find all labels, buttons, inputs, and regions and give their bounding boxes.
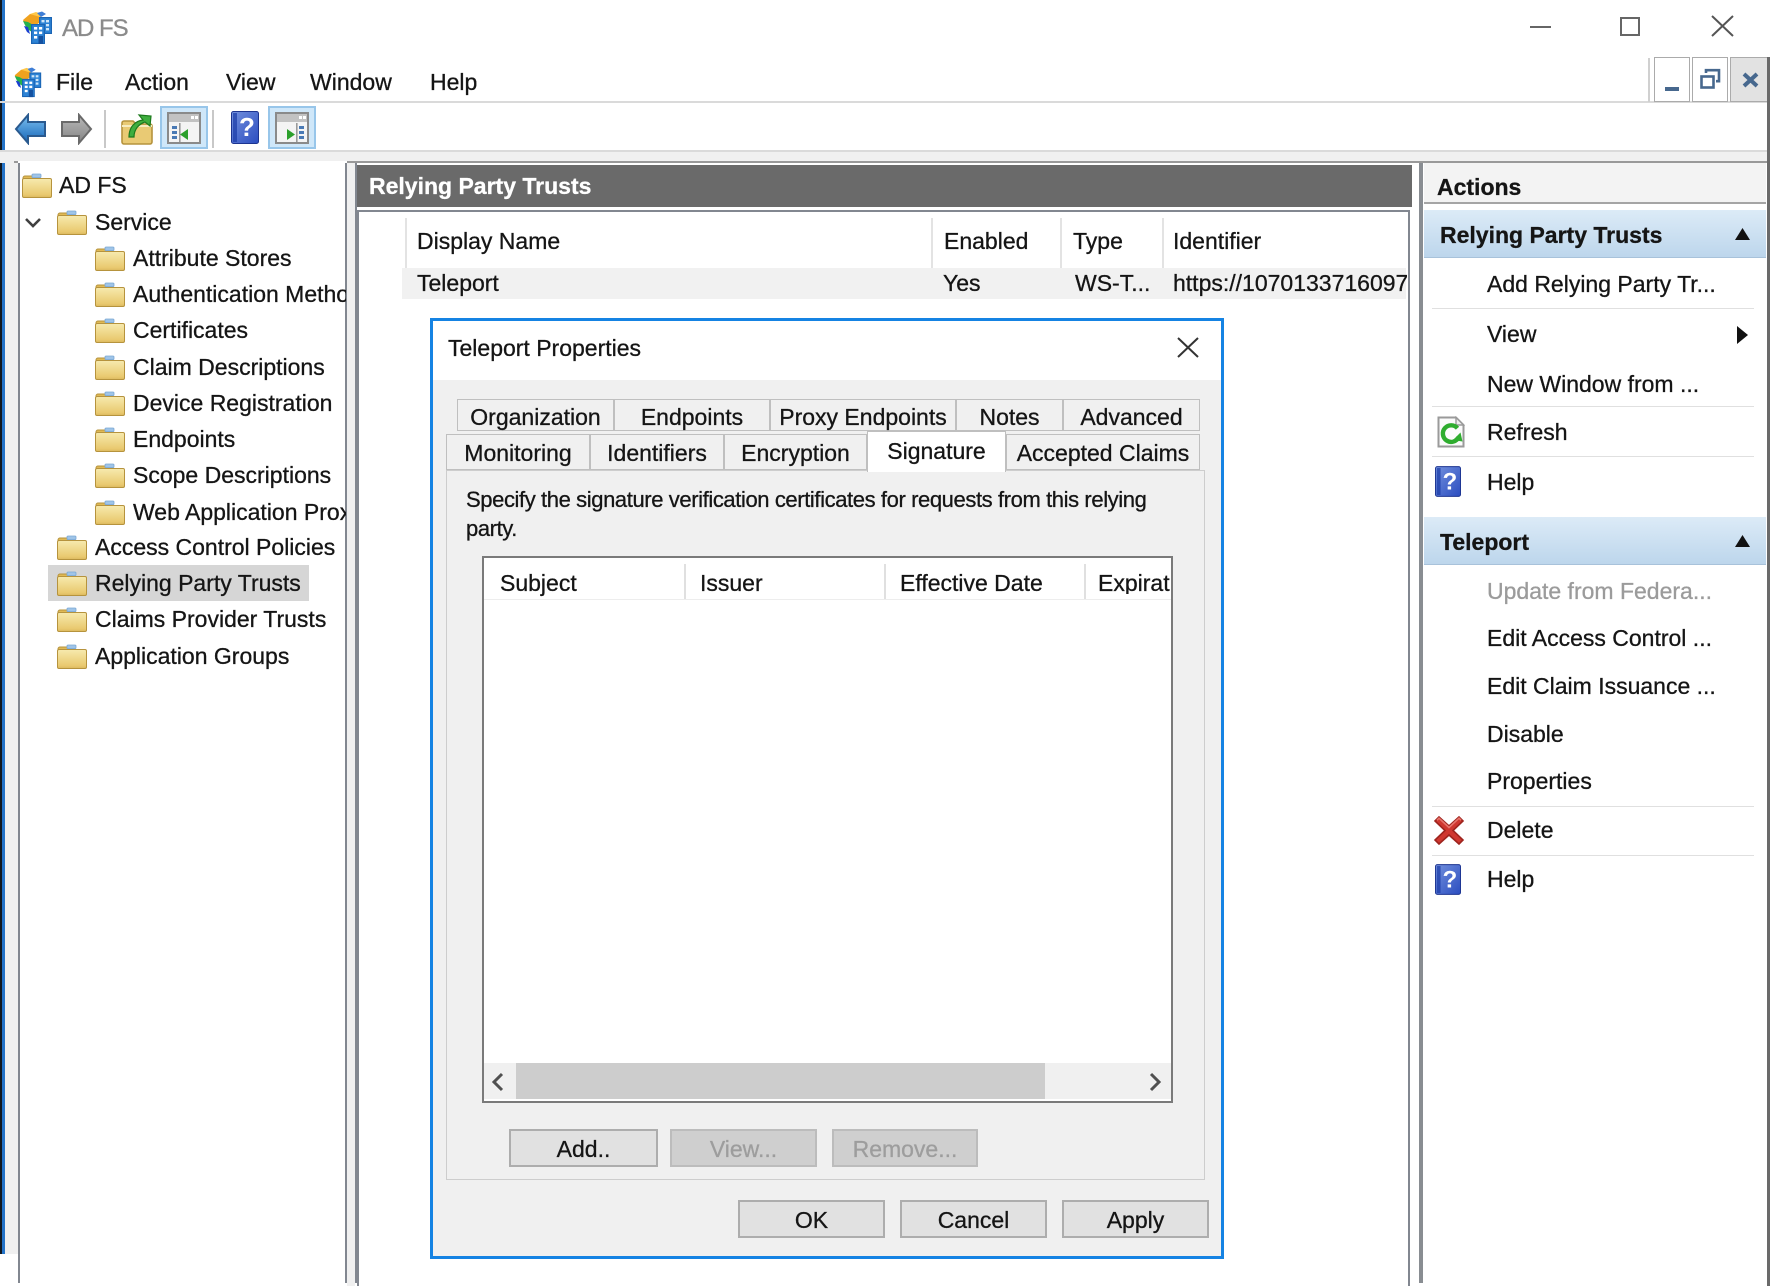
svg-text:?: ? (239, 112, 255, 142)
svg-text:?: ? (1442, 468, 1457, 495)
svg-text:?: ? (1442, 866, 1457, 893)
